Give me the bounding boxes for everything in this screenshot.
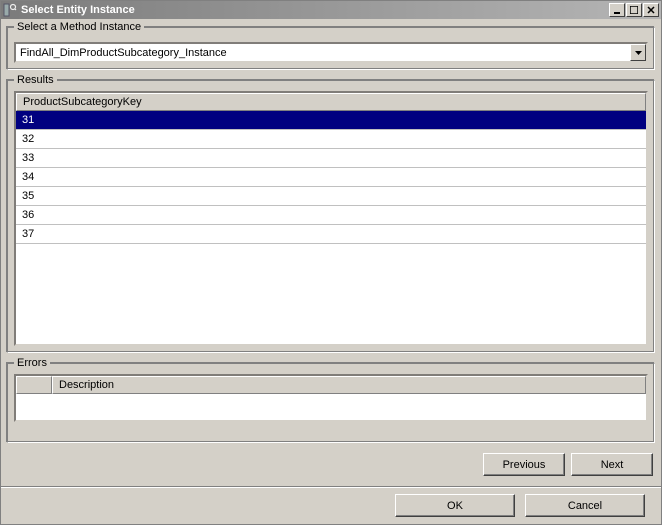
table-row[interactable]: 37 — [16, 225, 646, 244]
window-title: Select Entity Instance — [21, 4, 608, 16]
table-row[interactable]: 33 — [16, 149, 646, 168]
results-header-row: ProductSubcategoryKey — [16, 93, 646, 111]
close-button[interactable] — [643, 3, 659, 17]
results-grid[interactable]: ProductSubcategoryKey 31323334353637 — [14, 91, 648, 346]
results-body: 31323334353637 — [16, 111, 646, 344]
errors-grid[interactable]: Description — [14, 374, 648, 422]
results-column-header[interactable]: ProductSubcategoryKey — [16, 93, 646, 111]
previous-button[interactable]: Previous — [483, 453, 565, 476]
results-group: Results ProductSubcategoryKey 3132333435… — [7, 80, 655, 353]
window-controls — [608, 3, 659, 17]
combo-drop-button[interactable] — [630, 44, 646, 61]
maximize-button[interactable] — [626, 3, 642, 17]
cancel-button[interactable]: Cancel — [525, 494, 645, 517]
dialog-buttons: OK Cancel — [1, 486, 661, 524]
errors-column-header[interactable]: Description — [52, 376, 646, 394]
wizard-nav: Previous Next — [7, 449, 655, 480]
table-row[interactable]: 34 — [16, 168, 646, 187]
ok-button[interactable]: OK — [395, 494, 515, 517]
table-row[interactable]: 35 — [16, 187, 646, 206]
errors-group: Errors Description — [7, 363, 655, 443]
method-instance-combo[interactable]: FindAll_DimProductSubcategory_Instance — [14, 42, 648, 63]
combo-value: FindAll_DimProductSubcategory_Instance — [16, 47, 630, 59]
dialog-content: Select a Method Instance FindAll_DimProd… — [1, 19, 661, 486]
errors-icon-column — [16, 376, 52, 394]
titlebar: Select Entity Instance — [1, 1, 661, 19]
next-button[interactable]: Next — [571, 453, 653, 476]
table-row[interactable]: 32 — [16, 130, 646, 149]
errors-header-row: Description — [16, 376, 646, 394]
errors-legend: Errors — [14, 357, 50, 369]
method-instance-group: Select a Method Instance FindAll_DimProd… — [7, 27, 655, 70]
table-row[interactable]: 31 — [16, 111, 646, 130]
app-icon — [3, 3, 17, 17]
results-legend: Results — [14, 74, 57, 86]
method-instance-legend: Select a Method Instance — [14, 21, 144, 33]
dialog-window: Select Entity Instance Select a Method I… — [0, 0, 662, 525]
table-row[interactable]: 36 — [16, 206, 646, 225]
minimize-button[interactable] — [609, 3, 625, 17]
